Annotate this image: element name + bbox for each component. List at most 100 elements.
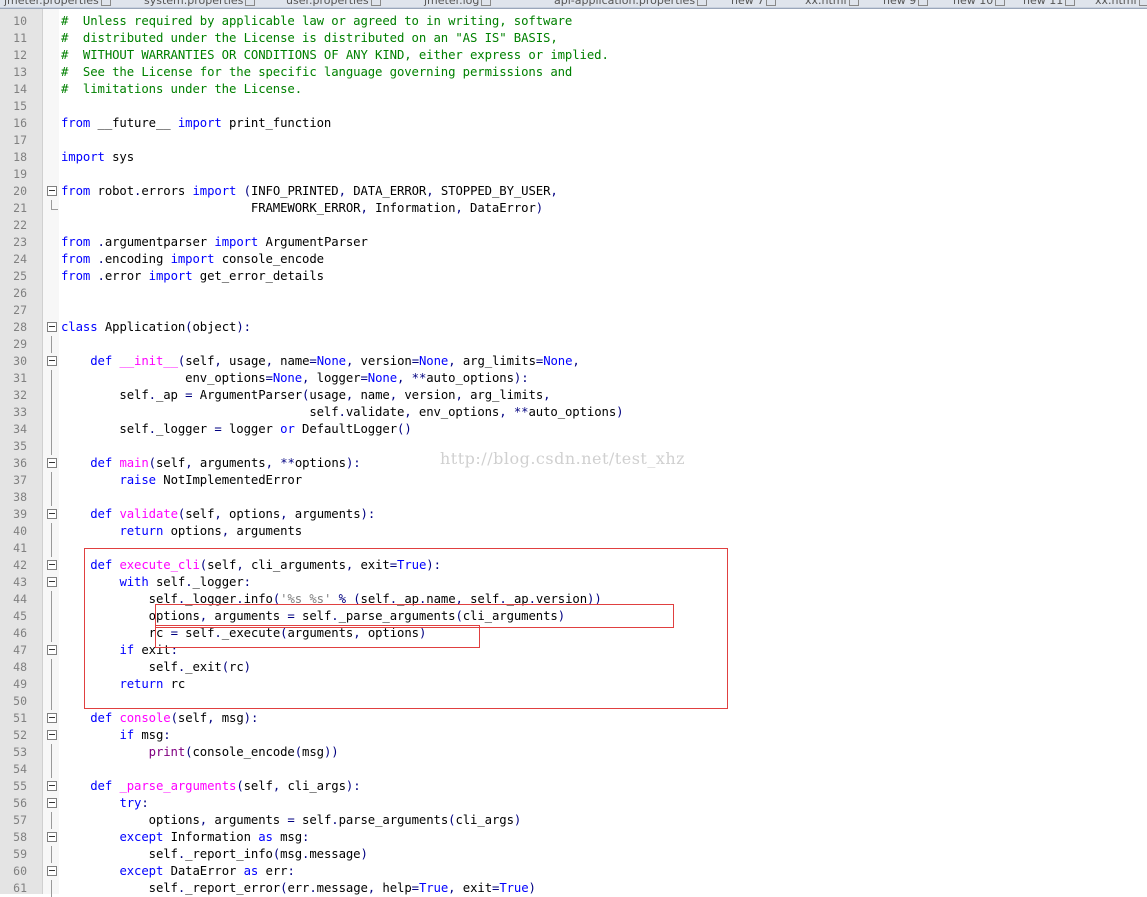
code-line[interactable]: 56 try:	[0, 795, 1147, 812]
code-line[interactable]: 44 self._logger.info('%s %s' % (self._ap…	[0, 591, 1147, 608]
code-line[interactable]: 10 # Unless required by applicable law or…	[0, 13, 1147, 30]
code-line[interactable]: 24 from .encoding import console_encode	[0, 251, 1147, 268]
code-text: raise NotImplementedError	[119, 473, 303, 487]
close-tab-icon[interactable]	[100, 0, 111, 6]
code-line[interactable]: 48 self._exit(rc)	[0, 659, 1147, 676]
close-tab-icon[interactable]	[848, 0, 859, 6]
code-line[interactable]: 28 class Application(object):	[0, 319, 1147, 336]
file-tab[interactable]: jmeter.log	[420, 0, 555, 7]
close-tab-icon[interactable]	[995, 0, 1006, 6]
close-tab-icon[interactable]	[918, 0, 929, 6]
file-tab[interactable]: api-application.properties	[550, 0, 732, 7]
code-line[interactable]: 38	[0, 489, 1147, 506]
code-line[interactable]: 47 if exit:	[0, 642, 1147, 659]
code-line[interactable]: 21 FRAMEWORK_ERROR, Information, DataErr…	[0, 200, 1147, 217]
code-line[interactable]: 34 self._logger = logger or DefaultLogge…	[0, 421, 1147, 438]
code-line[interactable]: 18 import sys	[0, 149, 1147, 166]
code-line[interactable]: 51 def console(self, msg):	[0, 710, 1147, 727]
code-line[interactable]: 60 except DataError as err:	[0, 863, 1147, 880]
code-line[interactable]: 59 self._report_info(msg.message)	[0, 846, 1147, 863]
code-line[interactable]: 52 if msg:	[0, 727, 1147, 744]
close-tab-icon[interactable]	[370, 0, 381, 6]
fold-toggle-icon[interactable]	[47, 509, 57, 519]
code-line[interactable]: 37 raise NotImplementedError	[0, 472, 1147, 489]
fold-toggle-icon[interactable]	[47, 832, 57, 842]
code-line[interactable]: 43 with self._logger:	[0, 574, 1147, 591]
line-number: 61	[13, 881, 27, 895]
file-tab[interactable]: user.properties	[282, 0, 425, 7]
code-line[interactable]: 40 return options, arguments	[0, 523, 1147, 540]
line-number: 28	[13, 320, 27, 334]
code-line[interactable]: 14 # limitations under the License.	[0, 81, 1147, 98]
line-number: 29	[13, 337, 27, 351]
code-line[interactable]: 27	[0, 302, 1147, 319]
code-line[interactable]: 19	[0, 166, 1147, 183]
code-line[interactable]: 61 self._report_error(err.message, help=…	[0, 880, 1147, 897]
fold-toggle-icon[interactable]	[47, 560, 57, 570]
code-line[interactable]: 41	[0, 540, 1147, 557]
fold-toggle-icon[interactable]	[47, 356, 57, 366]
file-tab[interactable]: xx.html	[801, 0, 884, 7]
code-text: if exit:	[119, 643, 178, 657]
code-line[interactable]: 22	[0, 217, 1147, 234]
line-number: 45	[13, 609, 27, 623]
fold-toggle-icon[interactable]	[47, 186, 57, 196]
code-line[interactable]: 54	[0, 761, 1147, 778]
code-line[interactable]: 15	[0, 98, 1147, 115]
code-line[interactable]: 16 from __future__ import print_function	[0, 115, 1147, 132]
code-line[interactable]: 42 def execute_cli(self, cli_arguments, …	[0, 557, 1147, 574]
code-line[interactable]: 49 return rc	[0, 676, 1147, 693]
line-number: 33	[13, 405, 27, 419]
code-line[interactable]: 57 options, arguments = self.parse_argum…	[0, 812, 1147, 829]
code-line[interactable]: 20 from robot.errors import (INFO_PRINTED…	[0, 183, 1147, 200]
code-line[interactable]: 11 # distributed under the License is dis…	[0, 30, 1147, 47]
close-tab-icon[interactable]	[1138, 0, 1147, 6]
file-tab[interactable]: xx.html	[1091, 0, 1147, 7]
code-line[interactable]: 12 # WITHOUT WARRANTIES OR CONDITIONS OF …	[0, 47, 1147, 64]
fold-toggle-icon[interactable]	[47, 781, 57, 791]
file-tab-label: user.properties	[286, 0, 369, 7]
code-line[interactable]: 39 def validate(self, options, arguments…	[0, 506, 1147, 523]
code-line[interactable]: 17	[0, 132, 1147, 149]
close-tab-icon[interactable]	[245, 0, 256, 6]
fold-toggle-icon[interactable]	[47, 322, 57, 332]
close-tab-icon[interactable]	[766, 0, 777, 6]
code-line[interactable]: 13 # See the License for the specific lan…	[0, 64, 1147, 81]
file-tab[interactable]: jmeter.properties	[0, 0, 145, 7]
fold-toggle-icon[interactable]	[47, 730, 57, 740]
file-tab[interactable]: new 11	[1019, 0, 1096, 7]
code-text: # distributed under the License is distr…	[61, 31, 558, 45]
code-text: self._report_info(msg.message)	[61, 847, 368, 861]
code-line[interactable]: 53 print(console_encode(msg))	[0, 744, 1147, 761]
code-text: env_options=None, logger=None, **auto_op…	[61, 371, 529, 385]
fold-toggle-icon[interactable]	[47, 866, 57, 876]
code-line[interactable]: 33 self.validate, env_options, **auto_op…	[0, 404, 1147, 421]
code-line[interactable]: 45 options, arguments = self._parse_argu…	[0, 608, 1147, 625]
code-line[interactable]: 26	[0, 285, 1147, 302]
code-line[interactable]: 23 from .argumentparser import ArgumentPa…	[0, 234, 1147, 251]
fold-toggle-icon[interactable]	[47, 713, 57, 723]
file-tab[interactable]: new 9	[879, 0, 954, 7]
fold-toggle-icon[interactable]	[47, 577, 57, 587]
code-line[interactable]: 32 self._ap = ArgumentParser(usage, name…	[0, 387, 1147, 404]
fold-toggle-icon[interactable]	[47, 798, 57, 808]
code-line[interactable]: 25 from .error import get_error_details	[0, 268, 1147, 285]
fold-toggle-icon[interactable]	[47, 458, 57, 468]
code-line[interactable]: 55 def _parse_arguments(self, cli_args):	[0, 778, 1147, 795]
code-line[interactable]: 29	[0, 336, 1147, 353]
code-line[interactable]: 50	[0, 693, 1147, 710]
file-tab[interactable]: new 10	[949, 0, 1024, 7]
code-line[interactable]: 30 def __init__(self, usage, name=None, …	[0, 353, 1147, 370]
close-tab-icon[interactable]	[1065, 0, 1076, 6]
file-tab[interactable]: system.properties	[140, 0, 287, 7]
code-line[interactable]: 46 rc = self._execute(arguments, options…	[0, 625, 1147, 642]
file-tab[interactable]: new 7	[727, 0, 806, 7]
code-text: self.validate, env_options, **auto_optio…	[61, 405, 624, 419]
code-text: def execute_cli(self, cli_arguments, exi…	[90, 558, 441, 572]
close-tab-icon[interactable]	[481, 0, 492, 6]
line-number: 41	[13, 541, 27, 555]
code-line[interactable]: 58 except Information as msg:	[0, 829, 1147, 846]
fold-toggle-icon[interactable]	[47, 645, 57, 655]
close-tab-icon[interactable]	[697, 0, 708, 6]
code-line[interactable]: 31 env_options=None, logger=None, **auto…	[0, 370, 1147, 387]
